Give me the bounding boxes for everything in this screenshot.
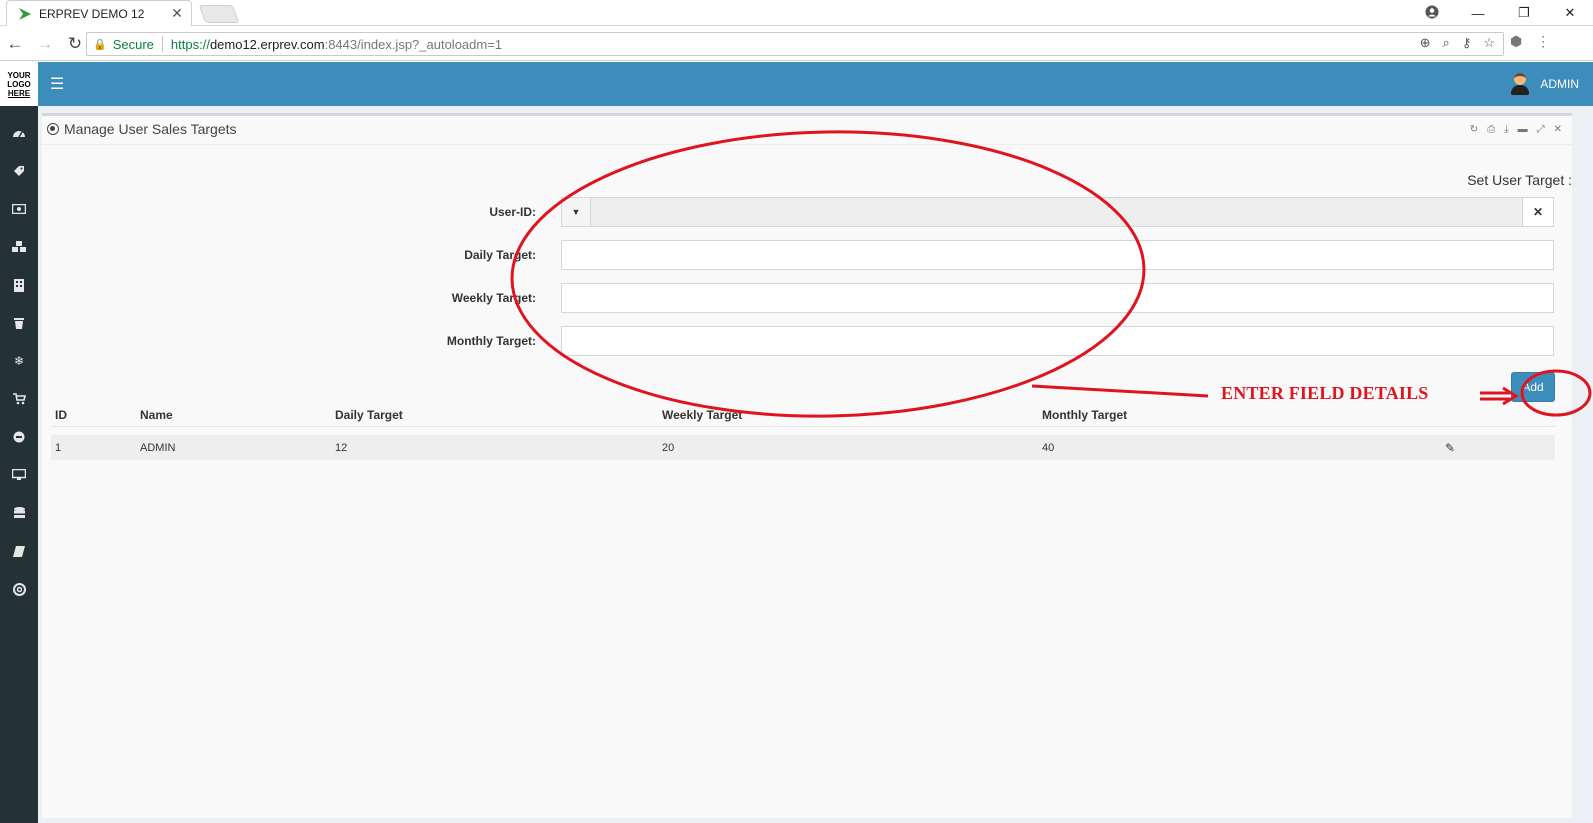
monthly-target-input[interactable] (561, 326, 1554, 356)
restore-window-button[interactable]: ❐ (1501, 5, 1547, 21)
circle-icon[interactable] (0, 418, 38, 456)
monitor-icon[interactable] (0, 456, 38, 494)
monthly-target-row: Monthly Target: (42, 326, 1572, 356)
weekly-target-row: Weekly Target: (42, 283, 1572, 313)
lifebuoy-icon[interactable] (0, 570, 38, 608)
col-name-header[interactable]: Name (140, 408, 335, 422)
table-header: ID Name Daily Target Weekly Target Month… (51, 403, 1555, 427)
close-window-button[interactable]: ✕ (1547, 5, 1593, 21)
edit-pencil-icon[interactable]: ✎ (1445, 441, 1555, 455)
col-monthly-header[interactable]: Monthly Target (1042, 408, 1445, 422)
tab-title: ERPREV DEMO 12 (39, 6, 145, 21)
table-row[interactable]: 1 ADMIN 12 20 40 ✎ (51, 435, 1555, 460)
cart-icon[interactable] (0, 380, 38, 418)
new-tab-button[interactable] (198, 5, 240, 23)
cell-name: ADMIN (140, 441, 176, 454)
chevron-down-icon[interactable]: ▼ (561, 197, 591, 227)
minimize-icon[interactable]: ▬ (1518, 124, 1528, 135)
avatar (1510, 72, 1530, 96)
building-icon[interactable] (0, 266, 38, 304)
targets-table: ID Name Daily Target Weekly Target Month… (51, 403, 1555, 460)
extension-icons: ⬢ ⋮ (1510, 33, 1550, 50)
cell-id: 1 (55, 441, 62, 454)
annotation-text: ENTER FIELD DETAILS (1221, 383, 1429, 403)
download-icon[interactable]: ⤓ (1504, 124, 1508, 135)
daily-target-label: Daily Target: (464, 248, 536, 262)
cell-monthly: 40 (1042, 441, 1055, 454)
browser-toolbar: ← → ↻ 🔒 Secure https://demo12.erprev.com… (0, 27, 1593, 61)
profile-icon[interactable] (1409, 5, 1455, 22)
back-arrow-icon[interactable]: ← (0, 34, 30, 54)
clear-selection-icon[interactable]: ✕ (1522, 197, 1554, 227)
sidebar-menu: ❄ (0, 114, 38, 608)
url-host: demo12.erprev.com (209, 36, 325, 52)
logo-line: LOGO (7, 79, 31, 89)
cell-weekly: 20 (662, 441, 675, 454)
logo[interactable]: YOUR LOGO HERE (0, 62, 38, 106)
key-icon[interactable]: ⚷ (1462, 35, 1472, 51)
dashboard-icon[interactable] (0, 114, 38, 152)
tag-icon[interactable] (0, 152, 38, 190)
user-id-label: User-ID: (489, 205, 536, 219)
location-target-icon[interactable]: ⊕ (1420, 35, 1431, 51)
close-icon[interactable]: ✕ (1554, 124, 1562, 135)
panel-tools: ↻ ⎙ ⤓ ▬ ⤢ ✕ (1470, 124, 1562, 135)
sidebar: YOUR LOGO HERE ❄ (0, 62, 38, 823)
zoom-icon[interactable]: ⌕ (1443, 35, 1450, 51)
panel-title-text: Manage User Sales Targets (64, 121, 237, 137)
window-controls: — ❐ ✕ (1409, 0, 1593, 26)
chrome-menu-icon[interactable]: ⋮ (1536, 33, 1550, 50)
address-divider (161, 36, 163, 52)
trash-icon[interactable] (0, 304, 38, 342)
user-id-select[interactable]: ▼ ✕ (561, 197, 1554, 227)
logo-line: HERE (7, 88, 31, 98)
cubes-icon[interactable] (0, 228, 38, 266)
set-user-target-label: Set User Target : (1467, 172, 1572, 188)
minimize-window-button[interactable]: — (1455, 6, 1501, 21)
col-id-header[interactable]: ID (51, 408, 140, 422)
menu-toggle-icon[interactable]: ☰ (50, 74, 64, 94)
url-path: :8443/index.jsp?_autoloadm=1 (324, 36, 503, 52)
tab-close-icon[interactable]: ✕ (169, 5, 185, 22)
bookmark-star-icon[interactable]: ☆ (1483, 35, 1495, 51)
panel-title: Manage User Sales Targets (47, 121, 237, 137)
lock-icon: 🔒 (93, 38, 107, 51)
user-id-row: User-ID: ▼ ✕ (42, 197, 1572, 227)
expand-icon[interactable]: ⤢ (1537, 124, 1545, 135)
cell-daily: 12 (335, 441, 348, 454)
app-topbar: ☰ ADMIN (38, 62, 1593, 106)
logo-line: YOUR (7, 70, 31, 80)
daily-target-row: Daily Target: (42, 240, 1572, 270)
database-icon[interactable] (0, 494, 38, 532)
snowflake-icon[interactable]: ❄ (0, 342, 38, 380)
main-content: Manage User Sales Targets ↻ ⎙ ⤓ ▬ ⤢ ✕ Se… (38, 106, 1593, 823)
user-id-field[interactable] (591, 197, 1522, 227)
user-menu[interactable]: ADMIN (1510, 72, 1579, 96)
secure-label: Secure (112, 36, 154, 52)
browser-tab[interactable]: ERPREV DEMO 12 ✕ (6, 0, 192, 26)
browser-tabstrip: ERPREV DEMO 12 ✕ — ❐ ✕ (0, 0, 1593, 26)
col-daily-header[interactable]: Daily Target (335, 408, 662, 422)
book-icon[interactable] (0, 532, 38, 570)
extension-icon[interactable]: ⬢ (1510, 33, 1522, 50)
weekly-target-label: Weekly Target: (451, 291, 536, 305)
forward-arrow-icon[interactable]: → (30, 34, 60, 54)
address-bar-icons: ⊕ ⌕ ⚷ ☆ (1420, 35, 1495, 51)
add-button[interactable]: Add (1511, 372, 1555, 402)
sales-targets-panel: Manage User Sales Targets ↻ ⎙ ⤓ ▬ ⤢ ✕ Se… (42, 113, 1572, 818)
money-icon[interactable] (0, 190, 38, 228)
address-bar[interactable]: 🔒 Secure https://demo12.erprev.com:8443/… (86, 32, 1504, 56)
refresh-icon[interactable]: ↻ (1470, 124, 1478, 135)
daily-target-input[interactable] (561, 240, 1554, 270)
erprev-favicon-icon (17, 6, 33, 22)
user-name: ADMIN (1540, 77, 1579, 91)
url-scheme: https:// (170, 36, 210, 52)
print-icon[interactable]: ⎙ (1487, 124, 1495, 135)
col-weekly-header[interactable]: Weekly Target (662, 408, 1042, 422)
monthly-target-label: Monthly Target: (446, 334, 536, 348)
radio-circle-icon (47, 123, 59, 135)
weekly-target-input[interactable] (561, 283, 1554, 313)
panel-header: Manage User Sales Targets ↻ ⎙ ⤓ ▬ ⤢ ✕ (42, 116, 1572, 145)
